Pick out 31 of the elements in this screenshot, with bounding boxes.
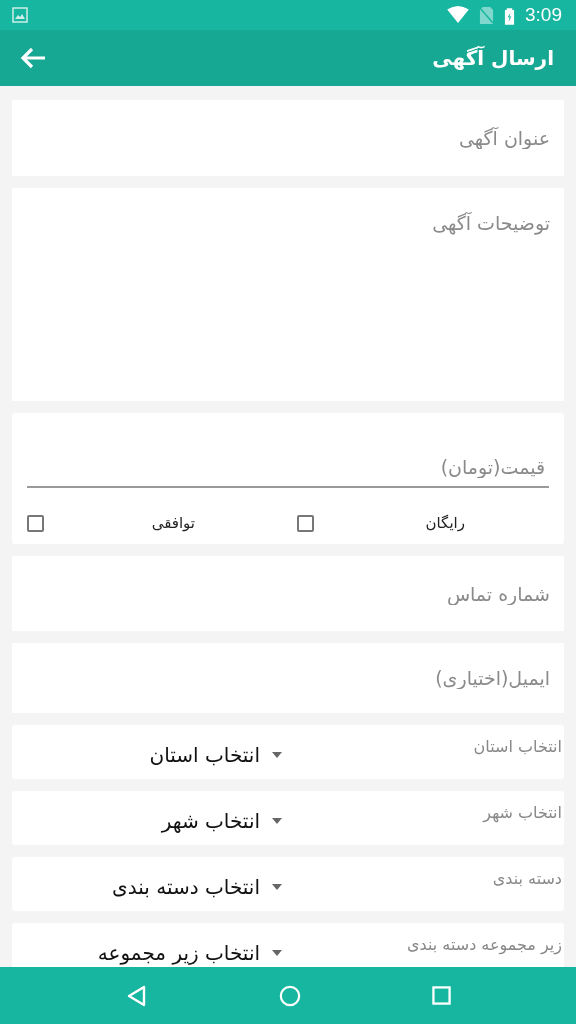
battery-icon <box>504 5 515 25</box>
checkbox[interactable] <box>27 514 44 532</box>
clock-time: 3:09 <box>525 4 562 26</box>
checkbox-label: رایگان <box>425 514 465 532</box>
description-field[interactable]: توضیحات آگهی <box>12 188 564 401</box>
back-icon[interactable] <box>125 984 148 1007</box>
checkbox-label: توافقی <box>151 514 195 532</box>
image-icon <box>12 7 28 23</box>
input-field[interactable]: عنوان آگهی <box>12 100 564 176</box>
input-field[interactable]: ایمیل(اختیاری) <box>12 643 564 713</box>
caret-icon <box>272 752 282 758</box>
field-label: زیر مجموعه دسته بندی <box>406 934 562 954</box>
input-field[interactable]: شماره تماس <box>12 556 564 631</box>
screen-title: ارسال آگهی <box>432 46 554 70</box>
no-sim-icon <box>479 5 494 25</box>
price-field[interactable]: قیمت(تومان) <box>12 413 564 488</box>
checkbox[interactable] <box>297 514 314 532</box>
dropdown[interactable]: انتخاب شهر <box>12 799 282 833</box>
dropdown[interactable]: انتخاب استان <box>12 733 282 767</box>
field-label: انتخاب شهر <box>481 802 562 822</box>
field-label: انتخاب استان <box>472 736 562 756</box>
field-label: دسته بندی <box>491 868 562 888</box>
home-icon[interactable] <box>278 984 301 1007</box>
caret-icon <box>272 818 282 824</box>
wifi-icon <box>447 6 469 24</box>
recents-icon[interactable] <box>431 986 451 1005</box>
dropdown[interactable]: انتخاب زیر مجموعه <box>12 931 282 965</box>
caret-icon <box>272 950 282 956</box>
dropdown[interactable]: انتخاب دسته بندی <box>12 865 282 899</box>
caret-icon <box>272 884 282 890</box>
back-arrow-icon[interactable] <box>20 47 46 69</box>
